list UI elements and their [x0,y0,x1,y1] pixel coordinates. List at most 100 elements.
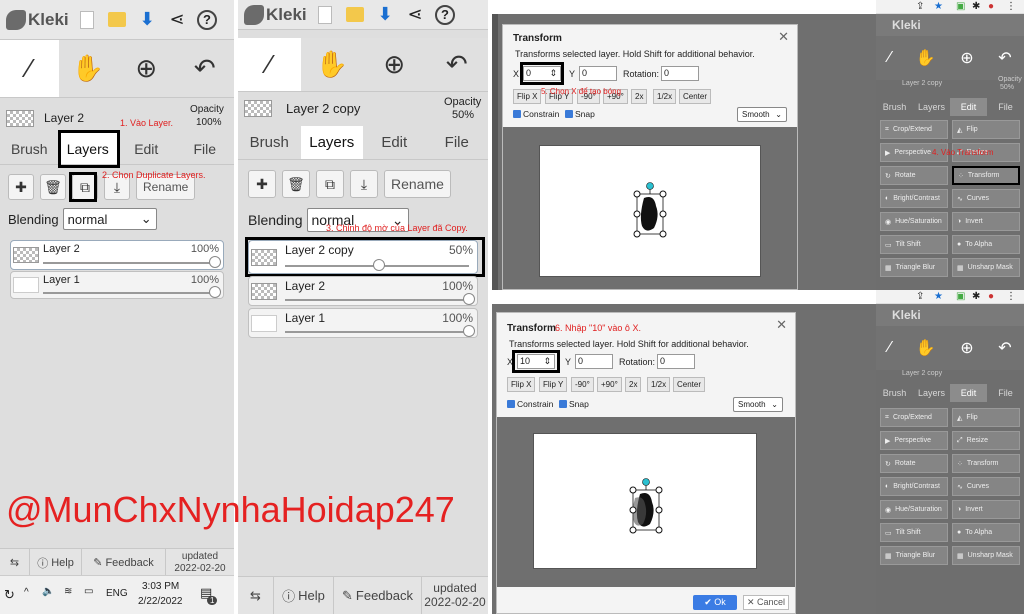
slider-knob[interactable] [463,325,475,337]
swap-side-icon[interactable]: ⇆ [0,549,30,576]
to-alpha-button[interactable]: ● To Alpha [952,523,1020,542]
scale-2x-button[interactable]: 2x [631,89,648,104]
menu-icon[interactable]: ⋮ [1006,291,1016,302]
flip-x-button[interactable]: Flip X [513,89,542,104]
layer-opacity-slider[interactable] [43,256,221,268]
volume-icon[interactable]: 🔈 [42,586,54,597]
tab-brush[interactable]: Brush [0,133,59,164]
wifi-icon[interactable]: ≋ [64,586,72,597]
close-icon[interactable]: ✕ [776,317,787,333]
rotate-button[interactable]: ↻ Rotate [880,454,948,473]
bright-contrast-button[interactable]: ◐ Bright/Contrast [880,189,948,208]
star-icon[interactable]: ★ [934,291,943,302]
language-indicator[interactable]: ENG [106,588,128,599]
tab-edit[interactable]: Edit [117,133,176,164]
clock-time[interactable]: 3:03 PM [142,581,179,592]
add-layer-icon[interactable]: ✚ [248,170,276,198]
resize-button[interactable]: ⤢ Resize [952,431,1020,450]
layer-opacity-slider[interactable] [43,286,221,298]
puzzle-icon[interactable]: ✱ [972,1,980,12]
flip-y-button[interactable]: Flip Y [539,377,568,392]
add-layer-icon[interactable]: ✚ [8,174,34,200]
scale-half-button[interactable]: 1/2x [653,89,677,104]
y-input[interactable]: 0 [579,66,617,81]
flip-button[interactable]: ◭ Flip [952,408,1020,427]
crop-extend-button[interactable]: ⌗ Crop/Extend [880,408,948,427]
merge-layer-icon[interactable]: ⤓ [350,170,378,198]
profile-icon[interactable]: ● [988,291,994,302]
new-document-icon[interactable] [72,0,102,40]
new-document-icon[interactable] [310,0,340,35]
invert-button[interactable]: ◑ Invert [952,500,1020,519]
undo-redo-icon[interactable]: ↶ [998,48,1011,68]
tab-edit[interactable]: Edit [950,98,987,116]
hue-saturation-button[interactable]: ◉ Hue/Saturation [880,500,948,519]
scale-half-button[interactable]: 1/2x [647,377,671,392]
y-input[interactable]: 0 [575,354,613,369]
share-icon[interactable]: ⇪ [916,1,924,12]
clock-date[interactable]: 2/22/2022 [138,596,183,607]
star-icon[interactable]: ★ [934,1,943,12]
delete-layer-icon[interactable]: 🗑 [282,170,310,198]
tab-file[interactable]: File [426,126,489,159]
triangle-blur-button[interactable]: ▦ Triangle Blur [880,258,948,277]
undo-redo-icon[interactable]: ↶ [998,338,1011,358]
brush-tool-icon[interactable]: ⁄ [0,40,59,97]
interpolation-select[interactable]: Smooth ⌄ [737,107,787,122]
snap-checkbox[interactable]: Snap [559,399,589,409]
tab-brush[interactable]: Brush [876,384,913,402]
constrain-checkbox[interactable]: Constrain [507,399,553,409]
close-icon[interactable]: ✕ [778,29,789,45]
rotate-plus-90-button[interactable]: +90° [597,377,622,392]
zoom-tool-icon[interactable]: ⊕ [363,38,426,91]
tilt-shift-button[interactable]: ▭ Tilt Shift [880,235,948,254]
snap-checkbox[interactable]: Snap [565,109,595,119]
feedback-button[interactable]: ✎ Feedback [334,577,422,614]
download-icon[interactable]: ⬇ [132,0,162,40]
tab-edit[interactable]: Edit [950,384,987,402]
curves-button[interactable]: ∿ Curves [952,477,1020,496]
tab-brush[interactable]: Brush [876,98,913,116]
share-icon[interactable]: ⋖ [162,0,192,40]
tab-edit[interactable]: Edit [363,126,426,159]
open-folder-icon[interactable] [340,0,370,35]
puzzle-icon[interactable]: ✱ [972,291,980,302]
layer-row[interactable]: Layer 2 100% [10,240,224,270]
perspective-button[interactable]: ▶ Perspective [880,431,948,450]
interpolation-select[interactable]: Smooth ⌄ [733,397,783,412]
brush-tool-icon[interactable]: ⁄ [238,38,301,91]
flip-x-button[interactable]: Flip X [507,377,536,392]
help-button[interactable]: ⓘ Help [30,549,82,576]
help-icon[interactable]: ? [430,0,460,35]
invert-button[interactable]: ◑ Invert [952,212,1020,231]
blending-select[interactable]: normal ⌄ [62,208,157,230]
tab-file[interactable]: File [176,133,235,164]
help-button[interactable]: ⓘ Help [274,577,334,614]
refresh-icon[interactable]: ↻ [4,587,15,603]
center-button[interactable]: Center [673,377,706,392]
zoom-tool-icon[interactable]: ⊕ [960,48,973,68]
rotation-input[interactable]: 0 [657,354,695,369]
curves-button[interactable]: ∿ Curves [952,189,1020,208]
rotate-button[interactable]: ↻ Rotate [880,166,948,185]
profile-icon[interactable]: ● [988,1,994,12]
center-button[interactable]: Center [679,89,712,104]
brush-tool-icon[interactable]: ⁄ [888,339,891,357]
ok-button[interactable]: ✔ Ok [693,595,737,610]
download-icon[interactable]: ⬇ [370,0,400,35]
extension-icon[interactable]: ▣ [956,1,965,12]
share-icon[interactable]: ⇪ [916,291,924,302]
menu-icon[interactable]: ⋮ [1006,1,1016,12]
feedback-button[interactable]: ✎ Feedback [82,549,166,576]
zoom-tool-icon[interactable]: ⊕ [960,338,973,358]
battery-icon[interactable]: ▭ [84,586,93,597]
chevron-up-icon[interactable]: ^ [24,587,29,598]
tab-layers[interactable]: Layers [913,98,950,116]
tab-file[interactable]: File [987,98,1024,116]
bright-contrast-button[interactable]: ◐ Bright/Contrast [880,477,948,496]
tab-layers[interactable]: Layers [300,126,363,159]
scale-2x-button[interactable]: 2x [625,377,642,392]
layer-opacity-slider[interactable] [285,293,475,305]
rename-button[interactable]: Rename [384,170,451,198]
unsharp-mask-button[interactable]: ▦ Unsharp Mask [952,546,1020,565]
